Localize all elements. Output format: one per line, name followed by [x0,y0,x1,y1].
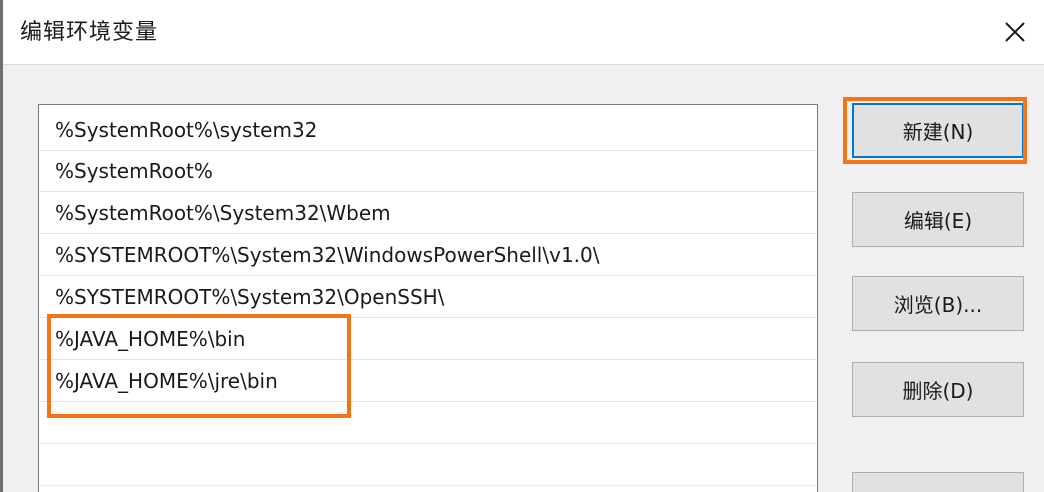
list-item[interactable] [39,403,817,444]
edit-button[interactable]: 编辑(E) [852,192,1024,247]
dialog-title: 编辑环境变量 [20,20,159,45]
list-item[interactable]: %SystemRoot%\system32 [39,110,817,151]
list-item[interactable]: %SystemRoot% [39,151,817,192]
list-item[interactable]: %SYSTEMROOT%\System32\OpenSSH\ [39,277,817,318]
list-item[interactable]: %JAVA_HOME%\jre\bin [39,361,817,402]
new-button[interactable]: 新建(N) [852,103,1024,158]
path-listbox[interactable]: %SystemRoot%\system32 %SystemRoot% %Syst… [38,104,818,492]
browse-button[interactable]: 浏览(B)... [852,276,1024,331]
close-icon [1005,22,1025,42]
title-bar[interactable]: 编辑环境变量 [3,0,1044,65]
list-item[interactable]: %SYSTEMROOT%\System32\WindowsPowerShell\… [39,235,817,276]
close-button[interactable] [986,0,1044,64]
delete-button[interactable]: 删除(D) [852,362,1024,417]
list-item[interactable]: %JAVA_HOME%\bin [39,319,817,360]
list-item[interactable]: %SystemRoot%\System32\Wbem [39,193,817,234]
list-item[interactable] [39,445,817,486]
background-window-edge [0,0,3,492]
edit-environment-variable-dialog: 编辑环境变量 %SystemRoot%\system32 %SystemRoot… [0,0,1044,492]
move-up-button[interactable] [852,472,1024,492]
